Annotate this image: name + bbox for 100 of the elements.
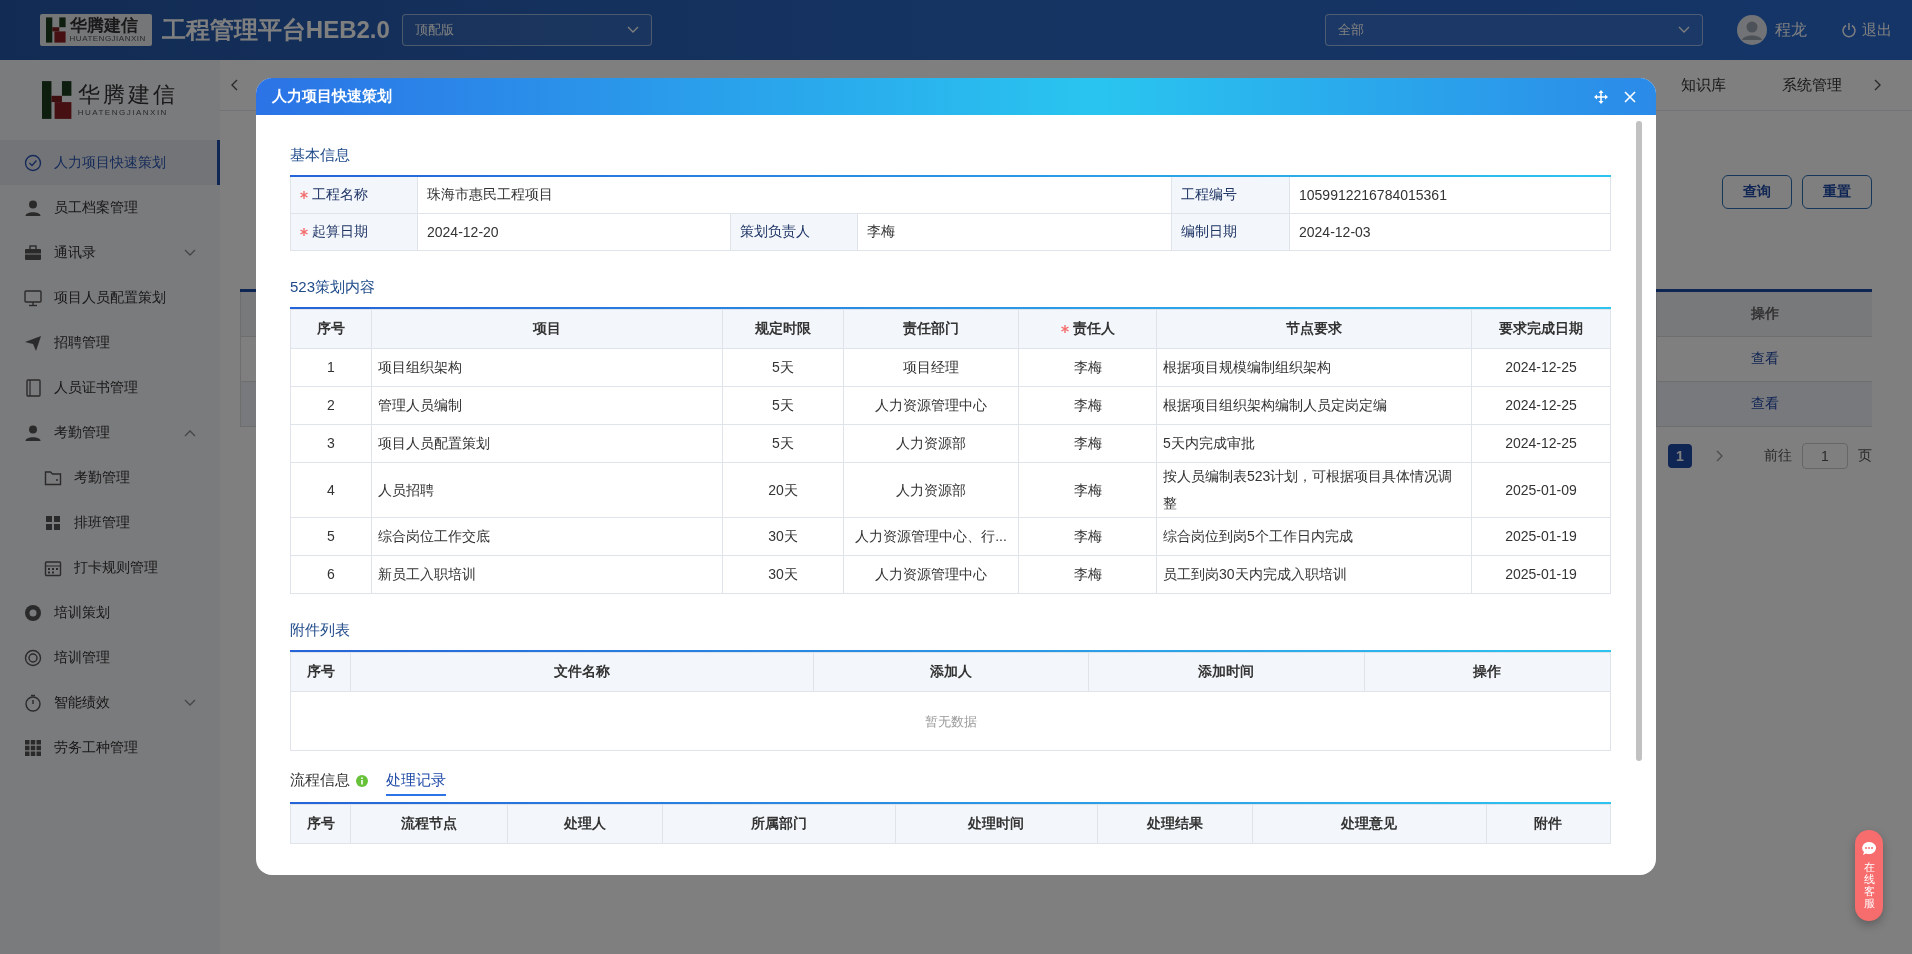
column-header: 流程节点 bbox=[350, 804, 508, 844]
page-input[interactable]: 1 bbox=[1802, 443, 1848, 469]
notebook-icon bbox=[24, 378, 42, 397]
app-title: 工程管理平台HEB2.0 bbox=[161, 15, 390, 45]
sidebar-item[interactable]: 培训管理 bbox=[0, 635, 220, 680]
page-button[interactable]: 1 bbox=[1668, 444, 1692, 468]
table-cell: 20天 bbox=[722, 462, 844, 518]
move-icon bbox=[1594, 89, 1608, 104]
logo-subtext: HUATENGJIANXIN bbox=[69, 34, 146, 43]
column-header: 附件 bbox=[1486, 804, 1611, 844]
table-cell: 人力资源部 bbox=[843, 424, 1019, 463]
column-header: 处理时间 bbox=[895, 804, 1098, 844]
power-icon bbox=[1841, 22, 1857, 38]
field-value: 珠海市惠民工程项目 bbox=[417, 177, 730, 214]
sidebar-item[interactable]: 招聘管理 bbox=[0, 320, 220, 365]
field-label: 策划负责人 bbox=[730, 214, 857, 251]
check-circle-icon bbox=[24, 153, 42, 172]
empty-text: 暂无数据 bbox=[290, 691, 1611, 751]
column-header: 序号 bbox=[290, 804, 351, 844]
table-cell: 李梅 bbox=[1018, 424, 1157, 463]
table-cell: 李梅 bbox=[1018, 555, 1157, 594]
table-cell: 按人员编制表523计划，可根据项目具体情况调整 bbox=[1156, 462, 1472, 518]
folder-icon bbox=[44, 468, 62, 487]
column-header: 项目 bbox=[371, 309, 723, 349]
sidebar-item[interactable]: 考勤管理 bbox=[0, 410, 220, 455]
sidebar-item[interactable]: 排班管理 bbox=[0, 500, 220, 545]
table-cell: 3 bbox=[290, 424, 372, 463]
table-cell: 1 bbox=[290, 348, 372, 387]
column-header: 所属部门 bbox=[662, 804, 896, 844]
process-tab[interactable]: 处理记录 bbox=[386, 771, 446, 796]
logo-mark-icon bbox=[46, 16, 66, 44]
column-header: 序号 bbox=[290, 652, 351, 692]
required-icon bbox=[300, 191, 308, 199]
goto-label: 前往 bbox=[1764, 447, 1792, 465]
table-cell: 李梅 bbox=[1018, 462, 1157, 518]
sidebar-item[interactable]: 人力项目快速策划 bbox=[0, 140, 220, 185]
sidebar-item[interactable]: 考勤管理 bbox=[0, 455, 220, 500]
column-header: 责任部门 bbox=[843, 309, 1019, 349]
sidebar-item[interactable]: 劳务工种管理 bbox=[0, 725, 220, 770]
logout-link[interactable]: 退出 bbox=[1862, 20, 1892, 40]
chevron-right-icon bbox=[1874, 79, 1882, 91]
column-header: 添加时间 bbox=[1088, 652, 1365, 692]
table-cell: 综合岗位工作交底 bbox=[371, 517, 723, 556]
table-cell: 5天 bbox=[722, 348, 844, 387]
close-icon bbox=[1624, 90, 1636, 103]
grid-icon bbox=[24, 738, 42, 757]
view-link[interactable]: 查看 bbox=[1750, 350, 1779, 368]
chat-widget[interactable]: 在线客服 bbox=[1855, 830, 1883, 922]
sidebar-item[interactable]: 人员证书管理 bbox=[0, 365, 220, 410]
sidebar-item[interactable]: 智能绩效 bbox=[0, 680, 220, 725]
section-title: 基本信息 bbox=[290, 146, 351, 165]
column-header: 操作 bbox=[1364, 652, 1611, 692]
table-cell: 根据项目组织架构编制人员定岗定编 bbox=[1156, 386, 1472, 425]
logo-mark-icon bbox=[42, 79, 72, 121]
sidebar-item[interactable]: 通讯录 bbox=[0, 230, 220, 275]
nav-tab[interactable]: 系统管理 bbox=[1754, 75, 1870, 95]
table-cell: 李梅 bbox=[1018, 348, 1157, 387]
reset-button[interactable]: 重置 bbox=[1802, 175, 1872, 209]
column-header: 责任人 bbox=[1018, 309, 1157, 349]
chevron-right-icon bbox=[1716, 450, 1724, 462]
table-cell: 2024-12-25 bbox=[1471, 386, 1611, 425]
table-cell: 5 bbox=[290, 517, 372, 556]
stopwatch-icon bbox=[24, 693, 42, 712]
table-cell: 人力资源管理中心 bbox=[843, 555, 1019, 594]
table-cell: 管理人员编制 bbox=[371, 386, 723, 425]
table-cell: 人力资源部 bbox=[843, 462, 1019, 518]
chat-bubble-icon bbox=[1862, 842, 1876, 855]
chat-label[interactable]: 在线客服 bbox=[1863, 861, 1875, 910]
person-icon bbox=[24, 198, 42, 217]
sidebar-item[interactable]: 项目人员配置策划 bbox=[0, 275, 220, 320]
query-button[interactable]: 查询 bbox=[1722, 175, 1792, 209]
logo-text: 华腾建信 bbox=[69, 17, 139, 34]
table-cell: 根据项目规模编制组织架构 bbox=[1156, 348, 1472, 387]
table-cell: 人员招聘 bbox=[371, 462, 723, 518]
view-link[interactable]: 查看 bbox=[1750, 395, 1779, 413]
logo-text: 华腾建信 bbox=[77, 83, 178, 108]
sidebar-item[interactable]: 打卡规则管理 bbox=[0, 545, 220, 590]
chevron-left-icon bbox=[230, 79, 238, 91]
table-cell: 新员工入职培训 bbox=[371, 555, 723, 594]
table-cell: 5天 bbox=[722, 386, 844, 425]
chevron-down-icon bbox=[626, 26, 639, 34]
table-cell: 员工到岗30天内完成入职培训 bbox=[1156, 555, 1472, 594]
field-value: 1059912216784015361 bbox=[1289, 177, 1610, 214]
nav-tab[interactable]: 知识库 bbox=[1653, 75, 1754, 95]
table-cell: 5天 bbox=[722, 424, 844, 463]
user-name[interactable]: 程龙 bbox=[1775, 19, 1807, 41]
table-cell: 4 bbox=[290, 462, 372, 518]
table-cell: 项目人员配置策划 bbox=[371, 424, 723, 463]
sidebar-item[interactable]: 员工档案管理 bbox=[0, 185, 220, 230]
process-tab[interactable]: 流程信息 bbox=[290, 771, 368, 796]
table-cell: 2025-01-19 bbox=[1471, 517, 1611, 556]
person-icon bbox=[24, 423, 42, 442]
sidebar-item[interactable]: 培训策划 bbox=[0, 590, 220, 635]
column-header: 处理人 bbox=[507, 804, 663, 844]
field-label: 工程名称 bbox=[290, 177, 417, 214]
ring-icon bbox=[24, 648, 42, 667]
column-header: 操作 bbox=[1656, 292, 1872, 337]
grid-icon bbox=[44, 513, 62, 532]
column-header: 处理结果 bbox=[1097, 804, 1253, 844]
page-suffix: 页 bbox=[1858, 447, 1872, 465]
